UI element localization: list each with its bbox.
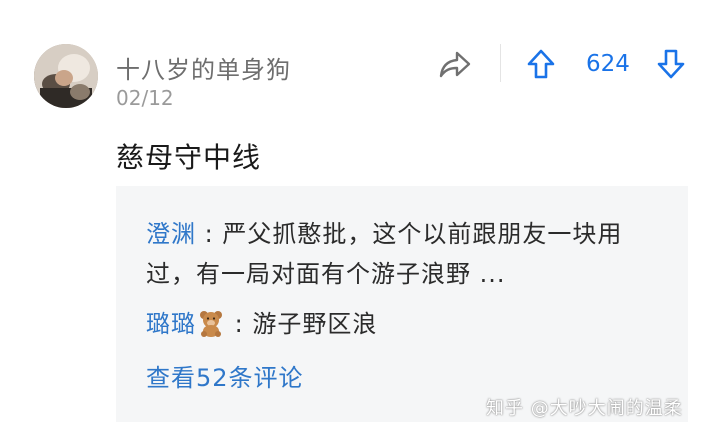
reply-author[interactable]: 澄渊 [146,220,196,248]
arrow-up-icon [527,49,555,79]
view-more-replies-link[interactable]: 查看52条评论 [146,358,304,398]
share-icon [439,51,471,78]
avatar-image [34,44,98,108]
reply-text: 游子野区浪 [252,310,378,338]
vote-count: 624 [586,51,630,77]
comment-card: 十八岁的单身狗 02/12 624 慈母守中线 澄渊 : 严父抓憨批，这个以前跟… [0,0,720,436]
arrow-down-icon [657,49,685,79]
watermark: 知乎 @大吵大闹的温柔 [486,398,683,419]
comment-date: 02/12 [116,86,174,110]
reply-separator: : [196,220,223,248]
upvote-button[interactable] [526,48,556,80]
downvote-button[interactable] [656,48,686,80]
toolbar-divider [500,44,501,82]
reply-author[interactable]: 璐璐 [146,310,196,338]
avatar[interactable] [34,44,98,108]
replies-panel[interactable]: 澄渊 : 严父抓憨批，这个以前跟朋友一块用过，有一局对面有个游子浪野 ... 璐… [116,186,688,422]
reply-item[interactable]: 璐璐 : 游子野区浪 [146,304,377,344]
reply-item[interactable]: 澄渊 : 严父抓憨批，这个以前跟朋友一块用过，有一局对面有个游子浪野 ... [146,214,666,294]
bear-icon [198,309,224,337]
comment-text: 慈母守中线 [116,141,262,174]
reply-separator: : [226,310,253,338]
share-button[interactable] [438,50,472,80]
username[interactable]: 十八岁的单身狗 [116,50,291,85]
